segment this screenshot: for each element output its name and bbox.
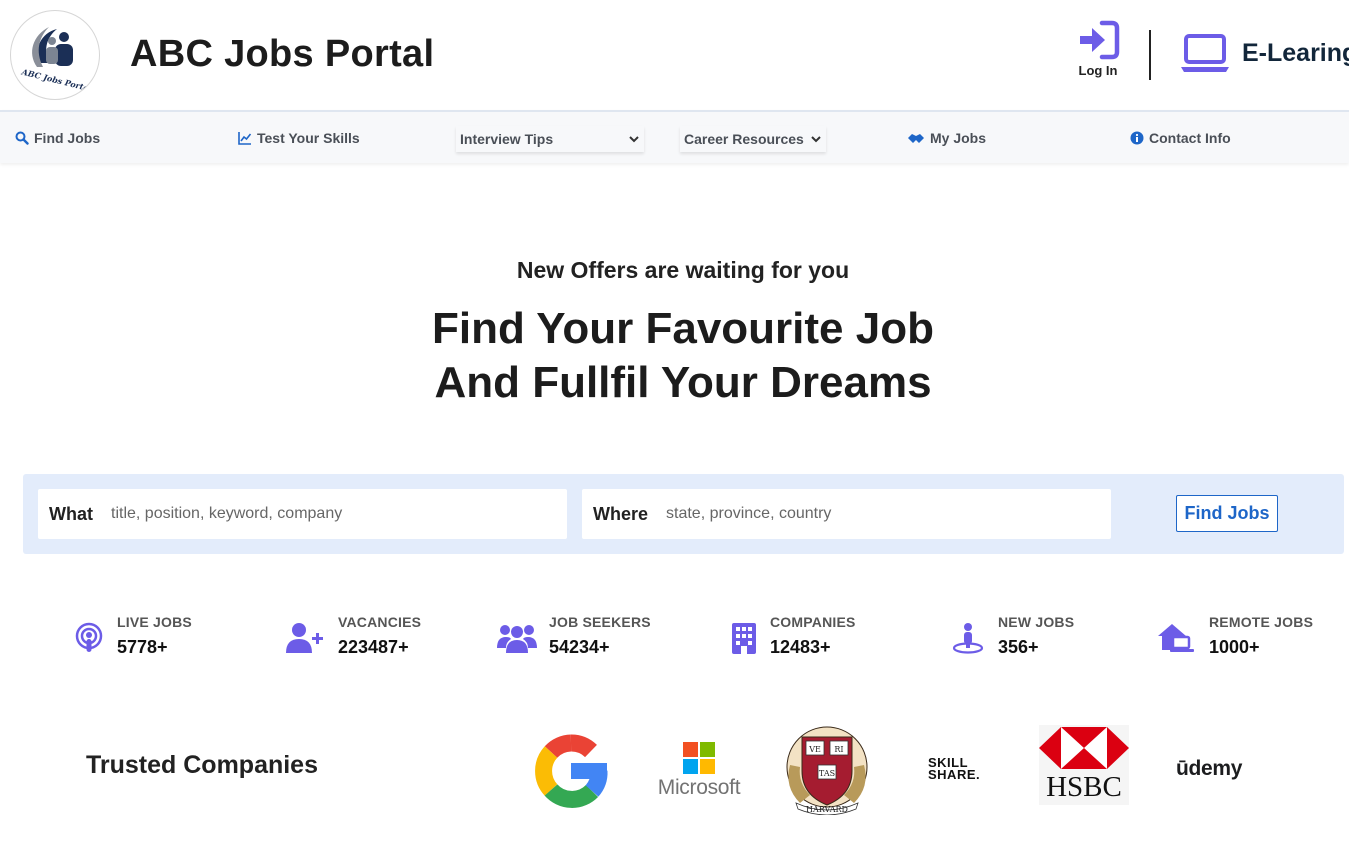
trusted-companies-title: Trusted Companies: [86, 751, 318, 779]
info-icon: [1130, 131, 1144, 145]
site-logo[interactable]: ABC Jobs Portal: [10, 10, 100, 100]
house-laptop-icon: [1158, 624, 1194, 652]
nav-contact-info[interactable]: Contact Info: [1130, 130, 1231, 146]
hsbc-wordmark: HSBC: [1046, 771, 1122, 803]
nav-test-skills[interactable]: Test Your Skills: [238, 130, 360, 146]
udemy-logo[interactable]: ūdemy: [1176, 757, 1242, 781]
microsoft-squares-icon: [683, 742, 715, 774]
where-label: Where: [593, 503, 649, 524]
nav-find-jobs[interactable]: Find Jobs: [15, 130, 100, 146]
where-input[interactable]: [666, 494, 1111, 534]
job-search-bar: What Where Find Jobs: [23, 474, 1344, 554]
hero-title-line-2: And Fullfil Your Dreams: [434, 358, 932, 407]
nav-interview-tips-label: Interview Tips: [460, 131, 554, 147]
nav-career-resources-dropdown[interactable]: Career Resources: [680, 126, 826, 152]
users-icon: [497, 625, 537, 653]
stat-label: LIVE JOBS: [117, 614, 192, 630]
hero-title: Find Your Favourite Job And Fullfil Your…: [0, 302, 1349, 410]
skillshare-wordmark-line-2: SHARE.: [928, 767, 981, 782]
stat-value: 356+: [998, 637, 1039, 657]
nav-contact-info-label: Contact Info: [1149, 130, 1231, 146]
svg-text:VE: VE: [808, 745, 821, 754]
elearning-link[interactable]: E-Learing: [1180, 30, 1349, 76]
what-field[interactable]: What: [38, 489, 567, 539]
nav-career-resources-label: Career Resources: [684, 131, 804, 147]
stat-value: 12483+: [770, 637, 831, 657]
hsbc-hexagon-icon: [1039, 727, 1129, 769]
harvard-logo[interactable]: VE RI TAS HARVARD: [782, 725, 872, 815]
handshake-icon: [908, 134, 924, 143]
svg-text:TAS: TAS: [819, 769, 835, 778]
chevron-down-icon: [629, 136, 639, 143]
stat-value: 223487+: [338, 637, 409, 657]
what-label: What: [49, 503, 93, 524]
stat-value: 54234+: [549, 637, 610, 657]
podcast-icon: [75, 622, 103, 652]
nav-test-skills-label: Test Your Skills: [257, 130, 360, 146]
login-button[interactable]: Log In: [1070, 20, 1126, 82]
header: ABC Jobs Portal ABC Jobs Portal Log In E…: [0, 0, 1349, 110]
svg-text:RI: RI: [834, 745, 843, 754]
person-pin-icon: [952, 623, 984, 654]
google-logo[interactable]: [526, 725, 616, 817]
login-label: Log In: [1078, 63, 1118, 78]
logo-graphic: ABC Jobs Portal: [20, 27, 93, 94]
stat-label: REMOTE JOBS: [1209, 614, 1314, 630]
chevron-down-icon: [811, 136, 821, 143]
what-input[interactable]: [111, 494, 567, 534]
stat-value: 1000+: [1209, 637, 1260, 657]
nav-my-jobs[interactable]: My Jobs: [907, 130, 986, 146]
nav-find-jobs-label: Find Jobs: [34, 130, 101, 146]
stat-label: JOB SEEKERS: [549, 614, 651, 630]
stat-label: COMPANIES: [770, 614, 856, 630]
login-icon: [1080, 20, 1120, 60]
microsoft-wordmark: Microsoft: [657, 776, 741, 799]
hero-title-line-1: Find Your Favourite Job: [432, 304, 934, 353]
header-divider: [1149, 30, 1151, 80]
microsoft-logo[interactable]: Microsoft: [652, 742, 746, 802]
stat-label: VACANCIES: [338, 614, 422, 630]
site-title: ABC Jobs Portal: [130, 33, 435, 75]
hero-subtitle: New Offers are waiting for you: [516, 257, 850, 283]
svg-text:ABC Jobs Portal: ABC Jobs Portal: [20, 66, 93, 93]
search-icon: [15, 131, 29, 145]
building-icon: [732, 623, 756, 654]
elearning-label: E-Learing: [1242, 38, 1349, 67]
user-plus-icon: [286, 623, 323, 653]
hsbc-logo[interactable]: HSBC: [1039, 725, 1129, 805]
stat-label: NEW JOBS: [998, 614, 1075, 630]
svg-text:HARVARD: HARVARD: [806, 805, 848, 814]
skillshare-logo[interactable]: SKILL SHARE.: [928, 756, 981, 782]
chart-line-icon: [238, 132, 252, 145]
find-jobs-button[interactable]: Find Jobs: [1176, 495, 1278, 532]
where-field[interactable]: Where: [582, 489, 1111, 539]
main-nav: Find Jobs Test Your Skills Interview Tip…: [0, 110, 1349, 163]
nav-interview-tips-dropdown[interactable]: Interview Tips: [456, 126, 644, 152]
nav-my-jobs-label: My Jobs: [930, 130, 987, 146]
stat-value: 5778+: [117, 637, 168, 657]
laptop-icon: [1181, 34, 1229, 72]
